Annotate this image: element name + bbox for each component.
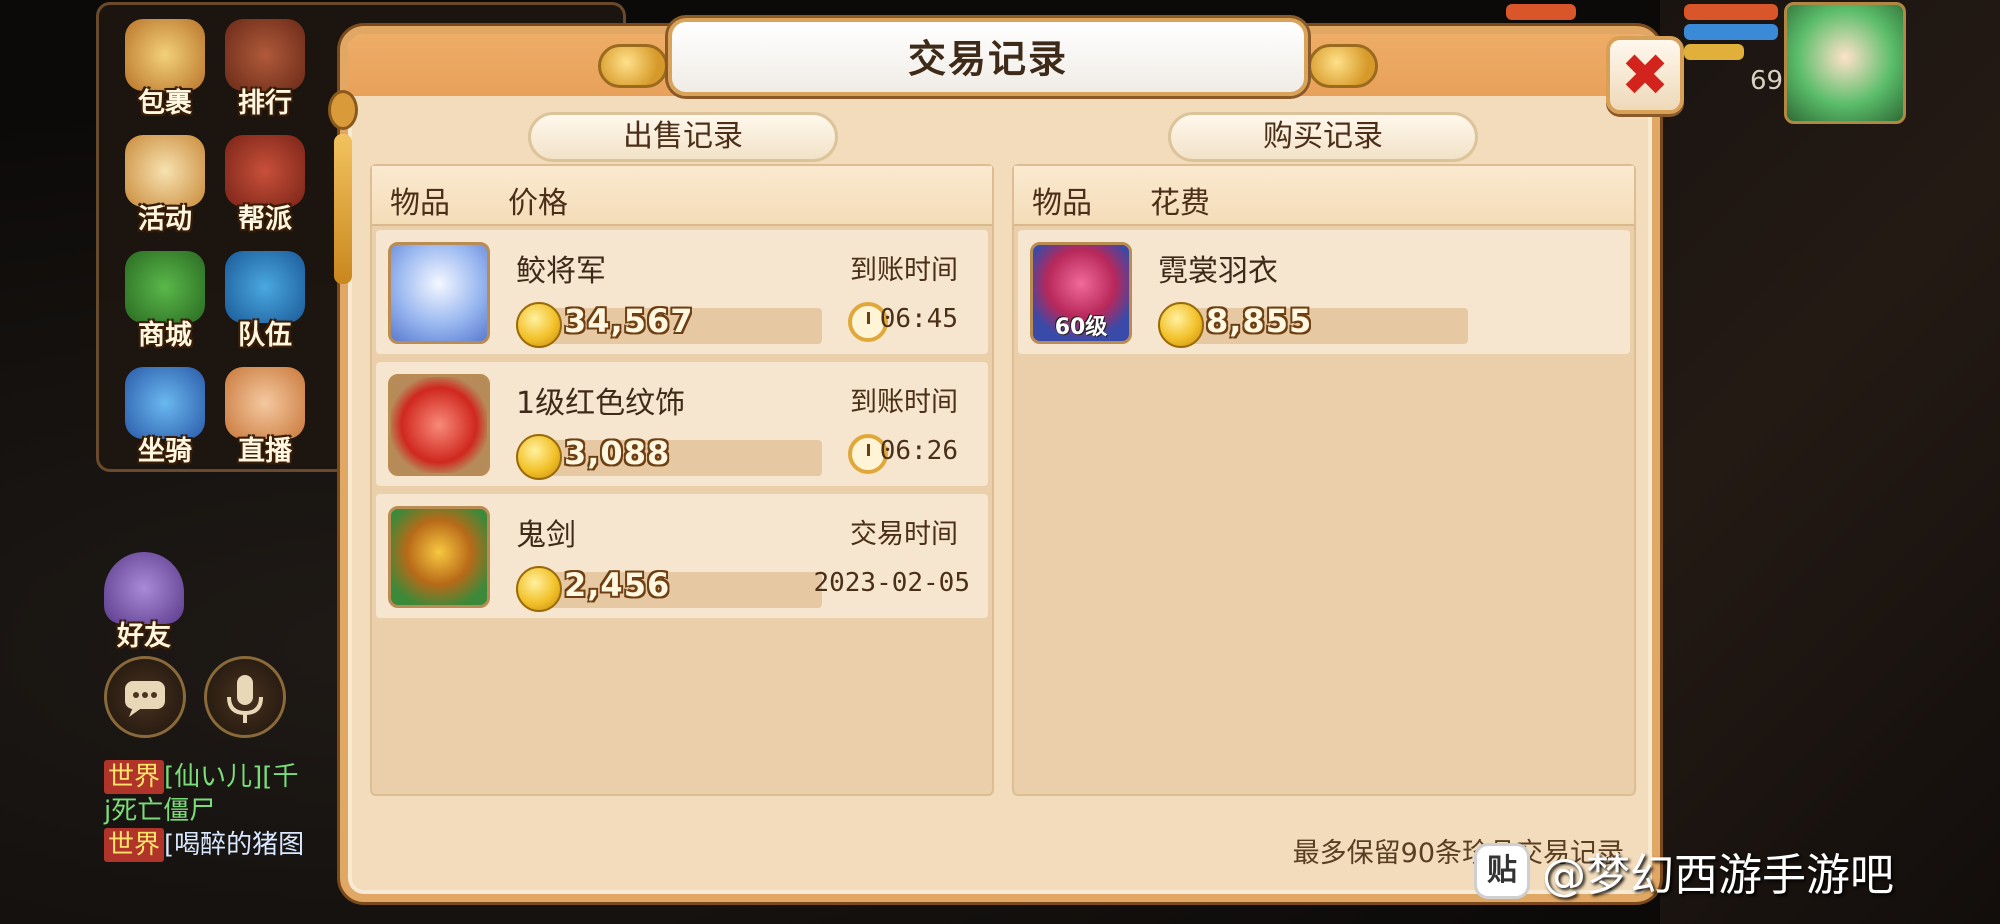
menu-label: 队伍: [238, 320, 292, 351]
buy-row[interactable]: 60级 霓裳羽衣 8,855: [1016, 228, 1632, 356]
column-cost: 花费: [1150, 186, 1210, 221]
close-button[interactable]: ✖: [1606, 36, 1684, 114]
buy-column-header: 物品 花费: [1014, 166, 1634, 226]
item-price: 3,088: [564, 434, 671, 472]
title-plate: 交易记录: [668, 18, 1308, 96]
item-name: 1级红色纹饰: [516, 386, 686, 421]
time-value: 06:26: [879, 436, 958, 466]
sell-record-panel: 物品 价格 鲛将军 34,567 到账时间 06:45 1级红色纹饰 3,088…: [370, 164, 994, 796]
player-level: 69: [1750, 66, 1784, 96]
chat-bubble-icon: [125, 681, 165, 717]
menu-label: 排行: [238, 88, 292, 119]
time-value: 06:45: [879, 304, 958, 334]
watermark: 贴 @梦幻西游手游吧: [1474, 836, 1894, 906]
menu-label: 包裹: [138, 88, 192, 119]
microphone-icon: [227, 675, 263, 723]
chat-bubble-button[interactable]: [104, 656, 186, 738]
pet-exp-bar: [1684, 44, 1744, 60]
watermark-text: @梦幻西游手游吧: [1542, 850, 1894, 901]
menu-shop-button[interactable]: 商城: [119, 251, 211, 355]
tieba-logo-icon: 贴: [1474, 843, 1530, 899]
trade-record-dialog: 交易记录 ✖ 出售记录 物品 价格 鲛将军 34,567 到账时间 06:45 …: [328, 18, 1684, 902]
menu-label: 活动: [138, 204, 192, 235]
red-gem-icon: [388, 374, 490, 476]
chat-log[interactable]: 世界 [仙い儿][千 j死亡僵尸 世界 [喝醉的猪图: [104, 760, 354, 862]
buy-record-header: 购买记录: [1168, 112, 1478, 162]
menu-rank-button[interactable]: 排行: [219, 19, 311, 123]
sell-row[interactable]: 1级红色纹饰 3,088 到账时间 06:26: [374, 360, 990, 488]
item-cost: 8,855: [1206, 302, 1313, 340]
dialog-title: 交易记录: [907, 37, 1068, 81]
chat-channel-tag: 世界: [104, 760, 165, 794]
menu-label: 商城: [138, 320, 192, 351]
friends-label: 好友: [117, 621, 171, 652]
menu-label: 坐骑: [138, 436, 192, 467]
item-name: 鲛将军: [516, 254, 606, 289]
column-item: 物品: [1032, 186, 1092, 221]
menu-live-button[interactable]: 直播: [219, 367, 311, 471]
column-item: 物品: [390, 186, 450, 221]
scroll-ornament-left: [598, 44, 668, 88]
menu-guild-button[interactable]: 帮派: [219, 135, 311, 239]
close-icon: ✖: [1620, 41, 1670, 109]
hp-bar: [1506, 4, 1576, 20]
chat-channel-tag: 世界: [104, 828, 165, 862]
pet-hp-bar: [1684, 4, 1778, 20]
chat-message: [仙い儿][千: [164, 762, 299, 792]
item-name: 鬼剑: [516, 518, 576, 553]
item-name: 霓裳羽衣: [1158, 254, 1278, 289]
pet-mp-bar: [1684, 24, 1778, 40]
friends-button[interactable]: 好友: [98, 552, 190, 656]
menu-mount-button[interactable]: 坐骑: [119, 367, 211, 471]
sell-record-header: 出售记录: [528, 112, 838, 162]
menu-team-button[interactable]: 队伍: [219, 251, 311, 355]
time-label: 到账时间: [850, 387, 958, 418]
menu-bag-button[interactable]: 包裹: [119, 19, 211, 123]
ghost-sword-icon: [388, 506, 490, 608]
menu-label: 直播: [238, 436, 292, 467]
scroll-ornament-right: [1308, 44, 1378, 88]
buy-record-panel: 物品 花费 60级 霓裳羽衣 8,855: [1012, 164, 1636, 796]
chat-message: j死亡僵尸: [104, 796, 216, 826]
gold-coin-icon: [516, 302, 562, 348]
chat-message: [喝醉的猪图: [164, 830, 305, 860]
tassel-ornament: [328, 90, 358, 310]
time-label: 交易时间: [850, 519, 958, 550]
menu-label: 帮派: [238, 204, 292, 235]
player-avatar[interactable]: [1784, 2, 1906, 124]
time-value: 2023-02-05: [813, 568, 970, 598]
game-world-right: [1660, 0, 2000, 924]
character-portrait-icon: [388, 242, 490, 344]
sell-column-header: 物品 价格: [372, 166, 992, 226]
item-price: 2,456: [564, 566, 671, 604]
item-price: 34,567: [564, 302, 694, 340]
gold-coin-icon: [516, 434, 562, 480]
sell-row[interactable]: 鲛将军 34,567 到账时间 06:45: [374, 228, 990, 356]
voice-button[interactable]: [204, 656, 286, 738]
gold-coin-icon: [516, 566, 562, 612]
item-level-badge: 60级: [1054, 315, 1108, 340]
sell-row[interactable]: 鬼剑 2,456 交易时间 2023-02-05: [374, 492, 990, 620]
armor-icon: 60级: [1030, 242, 1132, 344]
gold-coin-icon: [1158, 302, 1204, 348]
time-label: 到账时间: [850, 255, 958, 286]
column-price: 价格: [508, 186, 568, 221]
menu-activity-button[interactable]: 活动: [119, 135, 211, 239]
